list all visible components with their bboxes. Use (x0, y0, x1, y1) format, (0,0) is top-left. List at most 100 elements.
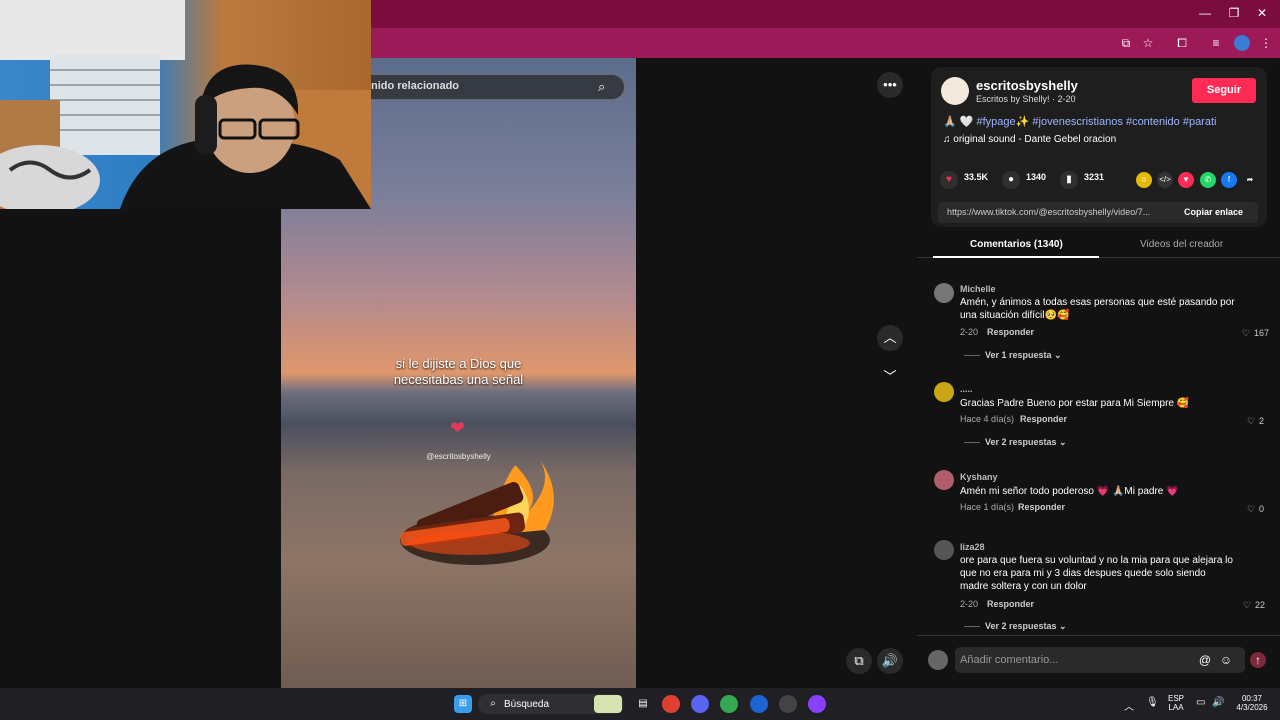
anatomical-heart-icon: ❤ (450, 418, 466, 438)
reply-button[interactable]: Responder (1018, 502, 1065, 512)
lang-line-2: LAA (1168, 703, 1184, 712)
share-arrow-icon[interactable]: ➦ (1242, 172, 1258, 188)
whatsapp-icon[interactable]: ✆ (1200, 172, 1216, 188)
share-url[interactable]: https://www.tiktok.com/@escritosbyshelly… (947, 207, 1172, 217)
comment-like-count: 0 (1259, 504, 1265, 514)
comment-like-count: 2 (1259, 416, 1265, 426)
next-video-icon[interactable]: ﹀ (877, 364, 903, 390)
media-control-icon[interactable]: ≡ (1208, 35, 1224, 51)
sound-link[interactable]: ♫ original sound - Dante Gebel oracion (943, 134, 1116, 145)
volume-icon[interactable]: 🔊 (877, 648, 903, 674)
comment-date: 2-20 (960, 327, 979, 337)
video-watermark: @escritosbyshelly (426, 452, 491, 461)
comment-like-count: 22 (1255, 600, 1266, 610)
post-comment-icon[interactable]: ↑ (1250, 652, 1266, 668)
like-icon[interactable]: ♥ (940, 171, 958, 189)
comment-like-icon[interactable]: ♡ (1247, 416, 1255, 427)
view-replies-button[interactable]: Ver 1 respuesta ⌄ (964, 350, 1062, 361)
install-app-icon[interactable]: ⧉ (1118, 35, 1134, 51)
caption-line-2: necesitabas una señal (393, 372, 524, 387)
comment-avatar[interactable] (934, 382, 954, 402)
chrome-icon[interactable] (662, 695, 680, 713)
copy-link-button[interactable]: Copiar enlace (1184, 207, 1243, 217)
comment-like-icon[interactable]: ♡ (1247, 504, 1255, 515)
browser-menu-icon[interactable]: ⋮ (1258, 35, 1274, 51)
app-icon[interactable] (750, 695, 768, 713)
tray-chevron-icon[interactable]: ︿ (1124, 698, 1134, 713)
search-icon[interactable]: ⌕ (598, 79, 605, 95)
search-highlight-icon (594, 695, 622, 713)
github-icon[interactable] (779, 695, 797, 713)
comment-like-icon[interactable]: ♡ (1242, 328, 1250, 339)
lang-line-1: ESP (1168, 694, 1185, 703)
obs-icon[interactable] (808, 695, 826, 713)
comment-like-icon[interactable]: ♡ (1243, 600, 1251, 611)
creator-username[interactable]: escritosbyshelly (976, 78, 1078, 93)
video-caption: si le dijiste a Dios que necesitabas una… (281, 356, 636, 388)
emoji-icon[interactable]: ☺ (1218, 652, 1234, 668)
save-count: 3231 (1084, 172, 1105, 182)
maximize-icon[interactable]: ❐ (1224, 6, 1244, 20)
reply-button[interactable]: Responder (987, 327, 1034, 337)
creator-subtitle: Escritos by Shelly! · 2-20 (976, 94, 1076, 104)
related-search-text: nido relacionado (371, 80, 460, 92)
microphone-icon[interactable]: 🎙 (1146, 697, 1159, 708)
file-explorer-icon[interactable]: ▤ (634, 695, 652, 713)
profile-avatar-icon[interactable] (1234, 35, 1250, 51)
campfire-image (400, 460, 554, 565)
clock[interactable]: 00:37 4/3/2026 (1232, 694, 1272, 712)
repost-icon[interactable]: ☺ (1136, 172, 1152, 188)
network-icon[interactable]: ▭ (1196, 697, 1205, 708)
comment-author[interactable]: Kyshany (960, 472, 998, 482)
comment-date: 2-20 (960, 599, 979, 609)
taskbar-search-label: Búsqueda (504, 699, 550, 710)
webcam-person-image (0, 0, 371, 209)
discord-icon[interactable] (691, 695, 709, 713)
chrome-profile-icon[interactable] (720, 695, 738, 713)
video-hashtags[interactable]: 🙏🏼 🤍 #fypage✨ #jovenescristianos #conten… (943, 115, 1216, 128)
tab-creator-videos[interactable]: Videos del creador (1140, 239, 1223, 250)
comment-avatar[interactable] (934, 470, 954, 490)
comment-count: 1340 (1026, 172, 1047, 182)
more-options-icon[interactable]: ••• (877, 72, 903, 98)
bookmark-star-icon[interactable]: ☆ (1140, 35, 1156, 51)
reply-button[interactable]: Responder (987, 599, 1034, 609)
comment-icon[interactable]: ● (1002, 171, 1020, 189)
reply-button[interactable]: Responder (1020, 414, 1067, 424)
clock-time: 00:37 (1241, 694, 1263, 703)
comment-input-placeholder: Añadir comentario... (960, 654, 1059, 666)
facebook-icon[interactable]: f (1221, 172, 1237, 188)
previous-video-icon[interactable]: ︿ (877, 325, 903, 351)
view-replies-button[interactable]: Ver 2 respuestas ⌄ (964, 621, 1067, 632)
user-avatar[interactable] (928, 650, 948, 670)
floating-player-icon[interactable]: ⧉ (846, 648, 872, 674)
minimize-icon[interactable]: — (1195, 6, 1215, 20)
like-count: 33.5K (964, 172, 989, 182)
tab-comments[interactable]: Comentarios (1340) (970, 239, 1063, 250)
comment-author[interactable]: liza28 (960, 542, 985, 552)
comment-avatar[interactable] (934, 283, 954, 303)
view-replies-button[interactable]: Ver 2 respuestas ⌄ (964, 437, 1067, 448)
comment-like-count: 167 (1254, 328, 1270, 338)
clock-date: 4/3/2026 (1236, 703, 1268, 712)
comment-author[interactable]: Michelle (960, 284, 996, 294)
webcam-overlay (0, 0, 371, 209)
search-icon: ⌕ (490, 698, 496, 709)
keyboard-language[interactable]: ESP LAA (1168, 694, 1184, 712)
extensions-icon[interactable]: ⧠ (1174, 35, 1190, 51)
comment-text: Gracias Padre Bueno por estar para Mi Si… (960, 398, 1190, 409)
comment-author[interactable]: ..... (960, 384, 973, 394)
close-icon[interactable]: ✕ (1252, 6, 1272, 20)
bookmark-icon[interactable]: ▮ (1060, 171, 1078, 189)
windows-start-icon[interactable]: ⊞ (454, 695, 472, 713)
creator-avatar[interactable] (941, 77, 969, 105)
embed-icon[interactable]: </> (1157, 172, 1173, 188)
send-icon[interactable]: ▼ (1178, 172, 1194, 188)
comment-text: Amén, y ánimos a todas esas personas que… (960, 297, 1235, 321)
caption-line-1: si le dijiste a Dios que (395, 356, 522, 371)
comment-date: Hace 4 día(s) (960, 414, 1015, 424)
follow-button[interactable]: Seguir (1192, 78, 1256, 103)
comment-avatar[interactable] (934, 540, 954, 560)
mention-icon[interactable]: @ (1197, 652, 1213, 668)
speaker-icon[interactable]: 🔊 (1212, 697, 1224, 708)
